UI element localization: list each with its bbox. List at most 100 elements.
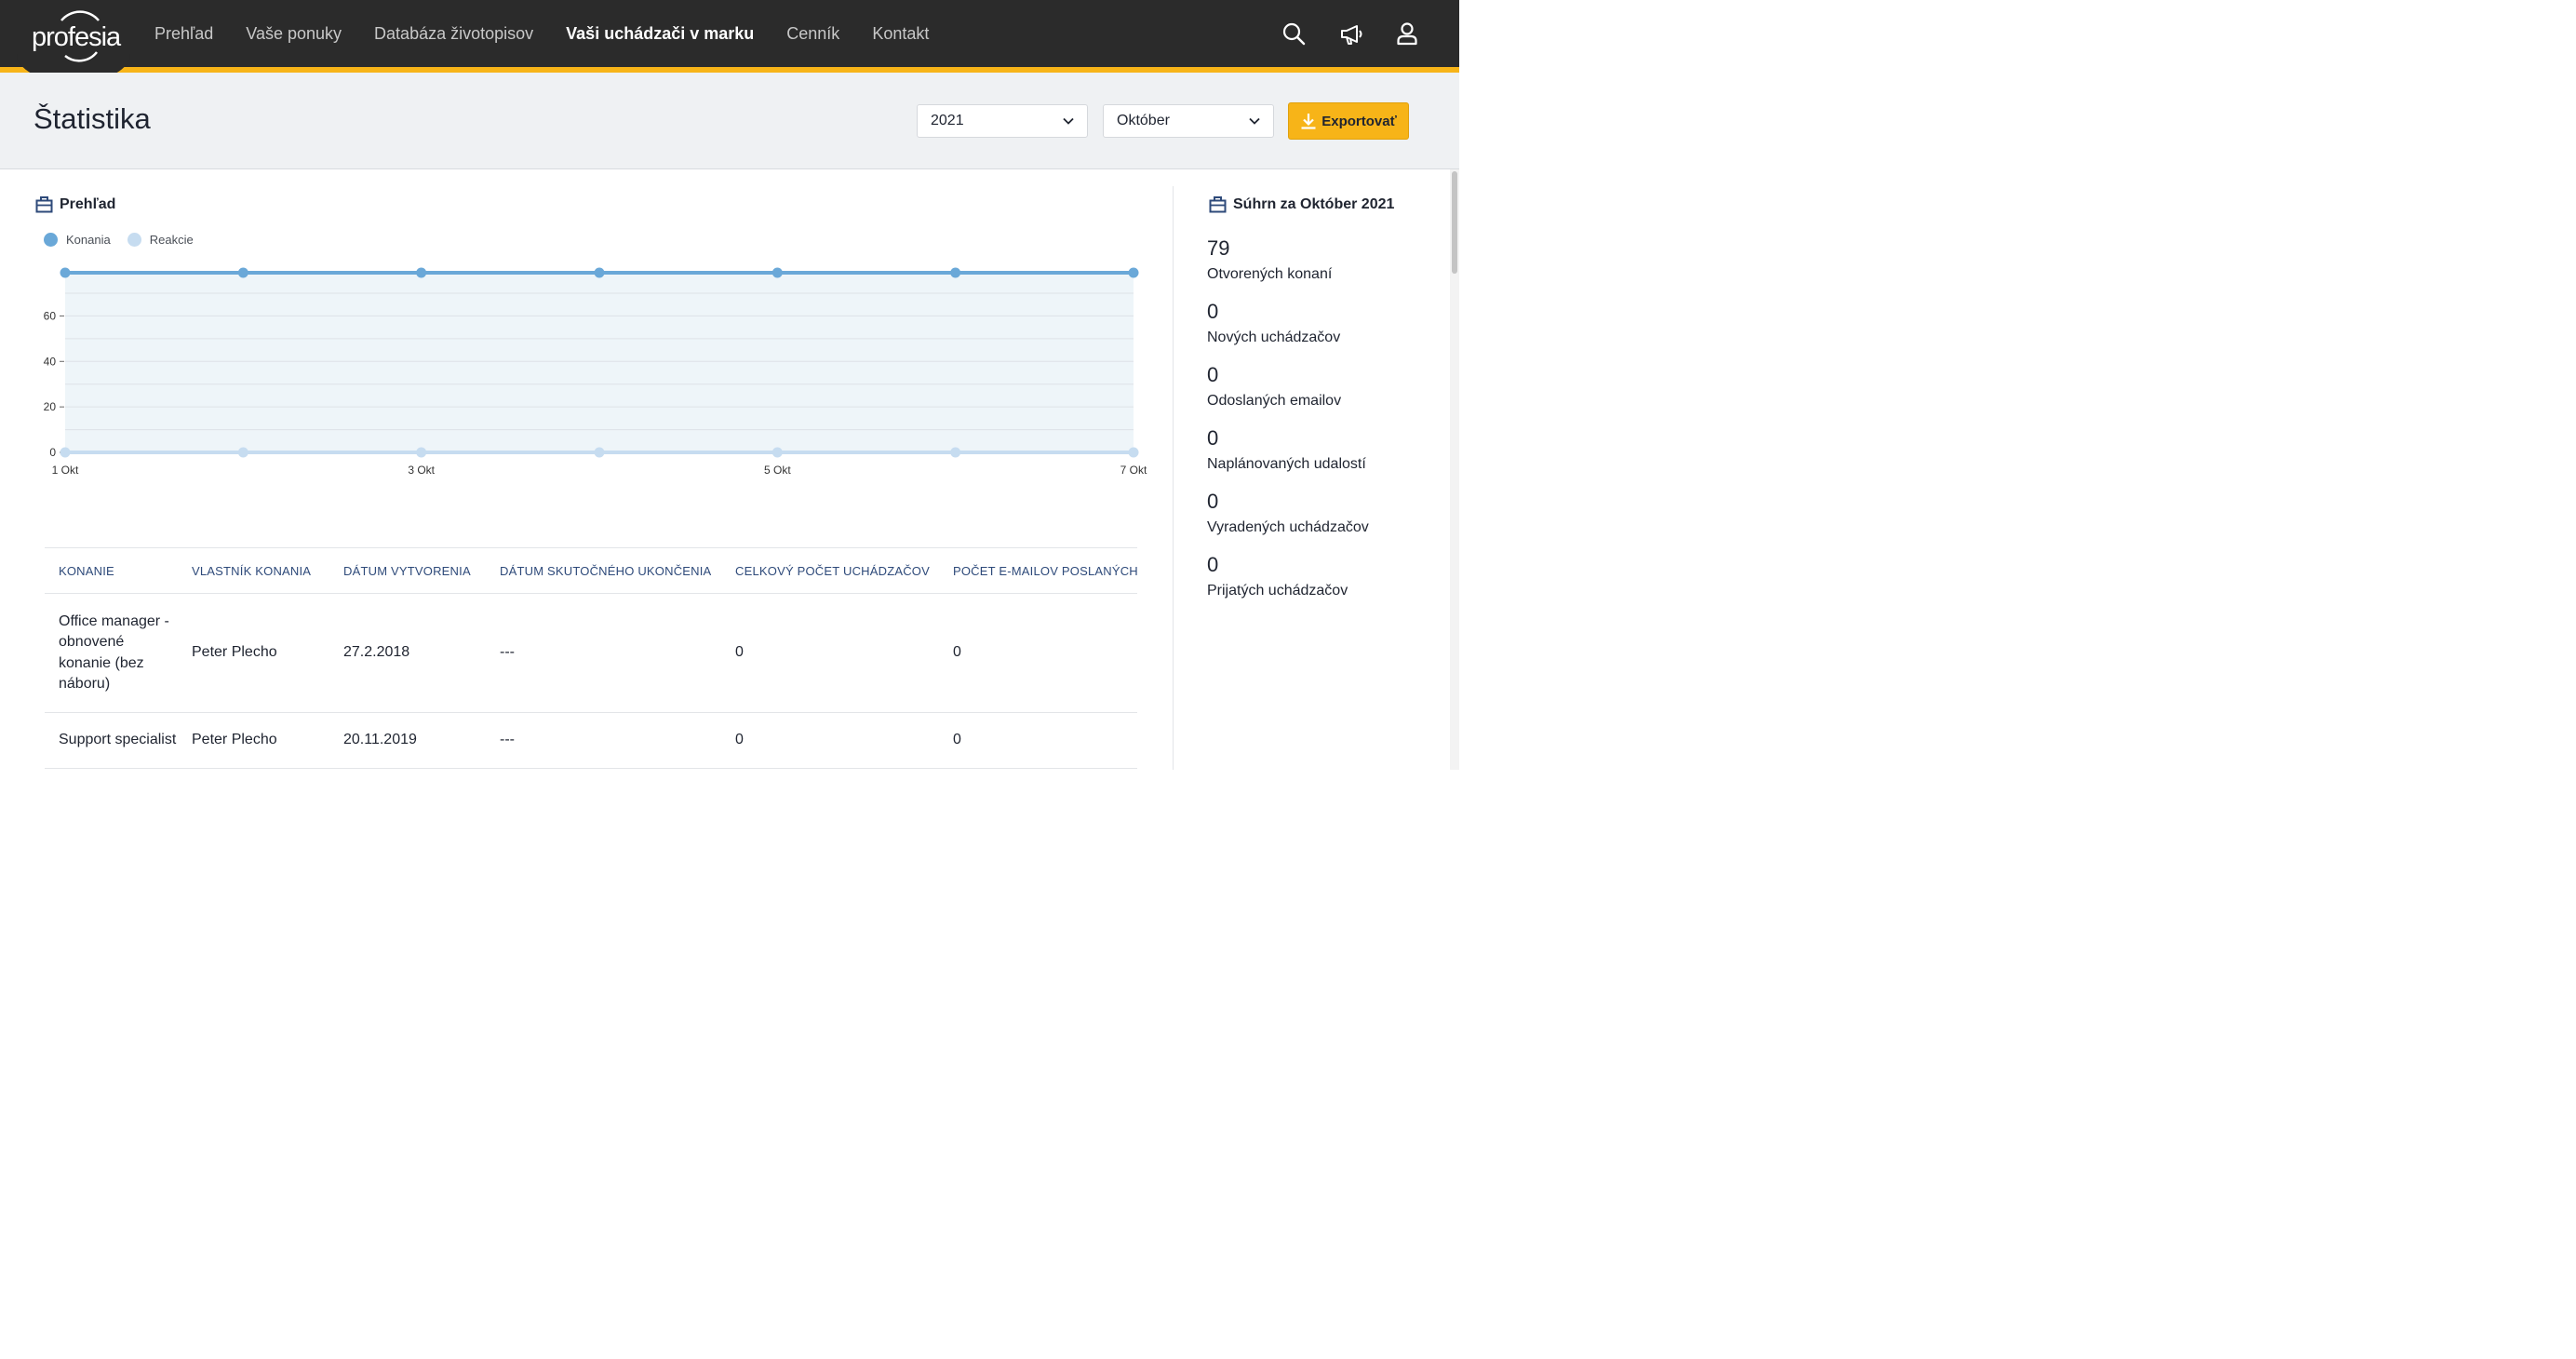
download-icon [1301,114,1316,129]
column-header-vlastnik[interactable]: Vlastník konania [178,564,329,578]
year-select[interactable]: 2021 [917,104,1088,138]
cell-konanie[interactable]: Office manager - obnovené konanie (bez n… [45,612,178,695]
data-point-reakcie [237,447,248,458]
nav-item-kontakt[interactable]: Kontakt [872,24,929,44]
page-title: Štatistika [34,102,151,135]
nav-item-cennik[interactable]: Cenník [786,24,839,44]
user-icon[interactable] [1395,20,1419,47]
legend-label-konania: Konania [66,233,111,247]
legend-item-reakcie[interactable]: Reakcie [127,233,194,247]
y-tick-label: 60 [44,309,57,322]
cell-owner: Peter Plecho [192,644,277,661]
stat-naplanovanych-udalosti: 0 Naplánovaných udalostí [1207,426,1366,473]
y-tick-label: 20 [44,400,57,413]
legend-label-reakcie: Reakcie [149,233,194,247]
year-select-value: 2021 [931,113,964,128]
stat-otvorenych-konani: 79 Otvorených konaní [1207,236,1332,283]
legend-item-konania[interactable]: Konania [44,233,111,247]
data-point-reakcie [771,447,783,458]
data-point-konania [771,267,783,278]
data-point-reakcie [594,447,605,458]
table-row[interactable]: Support specialist Peter Plecho 20.11.20… [45,713,1137,769]
nav-item-prehlad[interactable]: Prehľad [154,24,213,44]
x-tick-label: 7 Okt [1120,464,1147,477]
cell-owner: Peter Plecho [192,732,277,748]
y-tick-label: 40 [44,355,57,368]
cell-emails: 0 [953,644,961,661]
stat-label: Prijatých uchádzačov [1207,583,1348,599]
table-row[interactable]: Office manager - obnovené konanie (bez n… [45,594,1137,713]
stat-prijatych-uchadzacov: 0 Prijatých uchádzačov [1207,553,1348,599]
cell-created: 27.2.2018 [343,644,410,661]
stat-value: 79 [1207,236,1230,260]
briefcase-icon [1209,196,1227,213]
legend-dot-konania [44,233,58,247]
y-tick-label: 0 [49,446,56,459]
data-point-reakcie [1128,447,1139,458]
nav-item-databaza-zivotopisov[interactable]: Databáza životopisov [374,24,533,44]
logo-text: profesia [32,22,121,52]
nav-item-vasi-uchadzaci[interactable]: Vaši uchádzači v marku [566,24,754,44]
x-tick-label: 5 Okt [764,464,791,477]
data-point-konania [950,267,961,278]
scrollbar-thumb[interactable] [1452,171,1457,274]
stat-value: 0 [1207,553,1219,576]
overview-title-text: Prehľad [60,196,116,212]
overview-line-chart: 0 20 40 60 1 Okt 3 Okt 5 Okt 7 Okt [44,267,1147,477]
chart-legend: Konania Reakcie [44,233,210,247]
month-select-value: Október [1117,113,1170,128]
stat-label: Odoslaných emailov [1207,393,1342,409]
data-point-konania [60,267,71,278]
cell-total: 0 [735,644,744,661]
briefcase-icon [35,196,53,213]
column-header-pocet-emailov[interactable]: Počet e-mailov poslaných u [939,564,1137,578]
konania-table: Konanie Vlastník konania Dátum vytvoreni… [45,547,1137,769]
cell-total: 0 [735,732,744,748]
chevron-down-icon [1063,117,1074,125]
page-header: Štatistika 2021 Október Exportovať [0,73,1459,169]
stat-novych-uchadzacov: 0 Nových uchádzačov [1207,300,1340,346]
data-point-reakcie [416,447,427,458]
main-nav: Prehľad Vaše ponuky Databáza životopisov… [154,0,961,67]
stat-value: 0 [1207,490,1219,513]
stat-value: 0 [1207,300,1219,323]
column-header-konanie[interactable]: Konanie [45,564,178,578]
summary-title-text: Súhrn za Október 2021 [1233,196,1395,212]
cell-konanie[interactable]: Support specialist [45,730,178,751]
x-tick-label: 1 Okt [52,464,79,477]
stat-value: 0 [1207,363,1219,386]
stat-value: 0 [1207,426,1219,450]
search-icon[interactable] [1281,20,1306,47]
table-header-row: Konanie Vlastník konania Dátum vytvoreni… [45,548,1137,594]
month-select[interactable]: Október [1103,104,1274,138]
data-point-konania [237,267,248,278]
x-tick-label: 3 Okt [408,464,435,477]
column-header-datum-vytvorenia[interactable]: Dátum vytvorenia [329,564,486,578]
sidebar-divider [1173,186,1174,770]
column-header-celkovy-pocet[interactable]: Celkový počet uchádzačov [721,564,939,578]
export-button[interactable]: Exportovať [1288,102,1409,140]
megaphone-icon[interactable] [1339,20,1363,47]
legend-dot-reakcie [127,233,141,247]
column-header-datum-ukoncenia[interactable]: Dátum skutočného ukončenia [486,564,721,578]
data-point-konania [416,267,427,278]
stat-label: Otvorených konaní [1207,266,1333,282]
cell-ended: --- [500,732,515,748]
data-point-reakcie [60,447,71,458]
summary-title: Súhrn za Október 2021 [1209,196,1394,213]
cell-ended: --- [500,644,515,661]
stat-vyradenych-uchadzacov: 0 Vyradených uchádzačov [1207,490,1369,536]
stat-odoslanych-emailov: 0 Odoslaných emailov [1207,363,1341,410]
stat-label: Naplánovaných udalostí [1207,456,1366,472]
export-button-label: Exportovať [1322,113,1397,129]
page-scrollbar[interactable] [1450,169,1459,770]
stat-label: Nových uchádzačov [1207,330,1341,345]
data-point-konania [1128,267,1139,278]
nav-item-vase-ponuky[interactable]: Vaše ponuky [246,24,342,44]
chevron-down-icon [1249,117,1260,125]
chart-area-fill [65,273,1134,452]
data-point-konania [594,267,605,278]
profesia-logo[interactable]: profesia [17,0,130,82]
stat-label: Vyradených uchádzačov [1207,519,1369,535]
data-point-reakcie [950,447,961,458]
